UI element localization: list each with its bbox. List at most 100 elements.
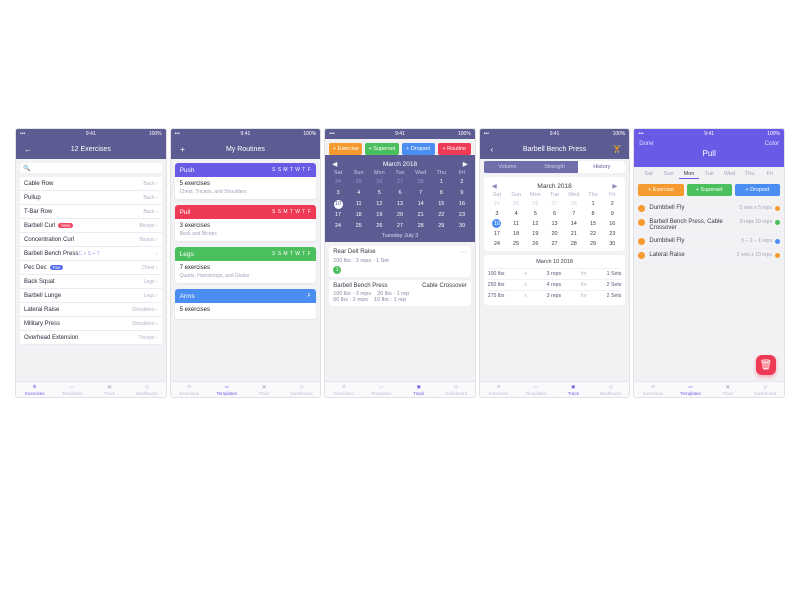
calendar-day[interactable]: 20: [545, 229, 563, 238]
routine-card[interactable]: PushS S M T W T F 5 exercisesChest, Tric…: [175, 163, 317, 199]
calendar-day[interactable]: 6: [390, 188, 410, 198]
drag-handle-icon[interactable]: [638, 205, 645, 212]
exercise-row[interactable]: Lateral RaiseShoulders ›: [20, 303, 162, 317]
calendar-day[interactable]: 26: [370, 177, 390, 187]
add-superset-button[interactable]: + Superset: [687, 184, 732, 196]
routine-exercise-row[interactable]: Lateral Raise 2 sets x 10 reps: [638, 249, 780, 263]
tab-exercises[interactable]: ⚙Exercises: [171, 382, 208, 397]
day-tab[interactable]: Wed: [719, 171, 739, 179]
routine-card[interactable]: PullS S M T W T F 3 exercisesBack and Bi…: [175, 205, 317, 241]
add-exercise-button[interactable]: + Exercise: [329, 143, 362, 155]
tab-dashboard[interactable]: ◎Dashboard: [283, 382, 320, 397]
calendar-day[interactable]: 28: [565, 239, 583, 248]
tab-dashboard[interactable]: ◎Dashboard: [128, 382, 165, 397]
calendar-day[interactable]: 29: [584, 239, 602, 248]
calendar-day[interactable]: 2: [603, 199, 621, 208]
calendar-day[interactable]: 26: [526, 199, 544, 208]
calendar-day[interactable]: 7: [565, 209, 583, 218]
tab-exercises[interactable]: ⚙Exercises: [16, 382, 53, 397]
add-icon[interactable]: +: [173, 139, 193, 159]
exercise-row[interactable]: Back SquatLegs ›: [20, 275, 162, 289]
weight-icon[interactable]: 🏋: [607, 139, 627, 159]
calendar-day[interactable]: 17: [488, 229, 506, 238]
calendar-day[interactable]: 1: [584, 199, 602, 208]
calendar-day[interactable]: 25: [349, 221, 369, 231]
calendar-day[interactable]: 18: [349, 210, 369, 220]
calendar-day[interactable]: 17: [328, 210, 348, 220]
calendar-day[interactable]: 26: [370, 221, 390, 231]
calendar-day[interactable]: 24: [328, 177, 348, 187]
calendar-day[interactable]: 23: [603, 229, 621, 238]
calendar-day[interactable]: 24: [488, 199, 506, 208]
exercise-row[interactable]: Barbell LungeLegs ›: [20, 289, 162, 303]
calendar-day[interactable]: 28: [411, 221, 431, 231]
drag-handle-icon[interactable]: [638, 238, 645, 245]
calendar-day[interactable]: 8: [584, 209, 602, 218]
calendar-day[interactable]: 19: [526, 229, 544, 238]
done-button[interactable]: Done: [636, 141, 656, 147]
calendar-day[interactable]: 25: [507, 239, 525, 248]
day-tab[interactable]: Fri: [760, 171, 780, 179]
exercise-row[interactable]: Overhead ExtensionTriceps ›: [20, 331, 162, 345]
calendar-day[interactable]: 15: [431, 199, 451, 209]
next-month-icon[interactable]: ▶: [463, 160, 468, 168]
calendar-day[interactable]: 27: [545, 239, 563, 248]
add-dropset-button[interactable]: + Dropset: [402, 143, 435, 155]
tab-templates[interactable]: ▭Templates: [208, 382, 245, 397]
calendar-day[interactable]: 10: [488, 219, 506, 228]
tab-dashboard[interactable]: ◎Dashboard: [592, 382, 629, 397]
calendar-day[interactable]: 16: [452, 199, 472, 209]
calendar-day[interactable]: 22: [431, 210, 451, 220]
calendar-day[interactable]: 11: [507, 219, 525, 228]
calendar-day[interactable]: 29: [431, 221, 451, 231]
calendar-day[interactable]: 8: [431, 188, 451, 198]
calendar-day[interactable]: 28: [411, 177, 431, 187]
delete-button[interactable]: 🗑: [756, 355, 776, 375]
set-bead-icon[interactable]: 1: [333, 266, 341, 274]
workout-card[interactable]: Barbell Bench PressCable Crossover 100 l…: [329, 280, 471, 306]
drag-handle-icon[interactable]: [638, 252, 645, 259]
workout-card[interactable]: Rear Delt Raise⋯ 100 lbs · 3 reps · 1 Se…: [329, 246, 471, 277]
exercise-row[interactable]: Cable RowBack ›: [20, 177, 162, 191]
back-icon[interactable]: ←: [18, 139, 38, 159]
calendar-day[interactable]: 21: [411, 210, 431, 220]
exercise-row[interactable]: PullupBack ›: [20, 191, 162, 205]
calendar-day[interactable]: 1: [431, 177, 451, 187]
calendar-day[interactable]: 11: [349, 199, 369, 209]
calendar-day[interactable]: 7: [411, 188, 431, 198]
calendar-day[interactable]: 19: [370, 210, 390, 220]
day-tab[interactable]: Mon: [679, 171, 699, 179]
calendar-day[interactable]: 20: [390, 210, 410, 220]
calendar-day[interactable]: 5: [526, 209, 544, 218]
routine-exercise-row[interactable]: Dumbbell Fly 5 sets x 5 reps: [638, 202, 780, 216]
calendar-day[interactable]: 30: [603, 239, 621, 248]
calendar-day[interactable]: 9: [603, 209, 621, 218]
tab-templates[interactable]: ▭Templates: [517, 382, 554, 397]
calendar-day[interactable]: 12: [370, 199, 390, 209]
tab-track[interactable]: ▣Track: [709, 382, 746, 397]
search-input[interactable]: 🔍: [20, 163, 162, 173]
day-tab[interactable]: Thu: [740, 171, 760, 179]
calendar-day[interactable]: 9: [452, 188, 472, 198]
exercise-row[interactable]: Pec DecFavChest ›: [20, 261, 162, 275]
day-tab[interactable]: Sun: [659, 171, 679, 179]
tab-exercises[interactable]: ⚙Exercises: [480, 382, 517, 397]
calendar-day[interactable]: 27: [545, 199, 563, 208]
routine-card[interactable]: Arms F 5 exercises: [175, 289, 317, 319]
calendar-day[interactable]: 12: [526, 219, 544, 228]
tab-exercises[interactable]: ⚙Exercises: [634, 382, 671, 397]
add-superset-button[interactable]: + Superset: [365, 143, 398, 155]
routine-card[interactable]: LegsS S M T W T F 7 exercisesQuads, Hams…: [175, 247, 317, 283]
day-tab[interactable]: Tue: [699, 171, 719, 179]
exercise-row[interactable]: Barbell Bench PressC + S + T ›: [20, 247, 162, 261]
add-exercise-button[interactable]: + Exercise: [638, 184, 683, 196]
calendar-day[interactable]: 25: [349, 177, 369, 187]
seg-history[interactable]: History: [578, 161, 625, 173]
calendar-day[interactable]: 10: [328, 199, 348, 209]
calendar-day[interactable]: 6: [545, 209, 563, 218]
tab-templates[interactable]: ▭Templates: [363, 382, 400, 397]
exercise-row[interactable]: Barbell CurlNewBiceps ›: [20, 219, 162, 233]
tab-dashboard[interactable]: ◎Dashboard: [747, 382, 784, 397]
calendar-day[interactable]: 21: [565, 229, 583, 238]
back-icon[interactable]: ‹: [482, 139, 502, 159]
